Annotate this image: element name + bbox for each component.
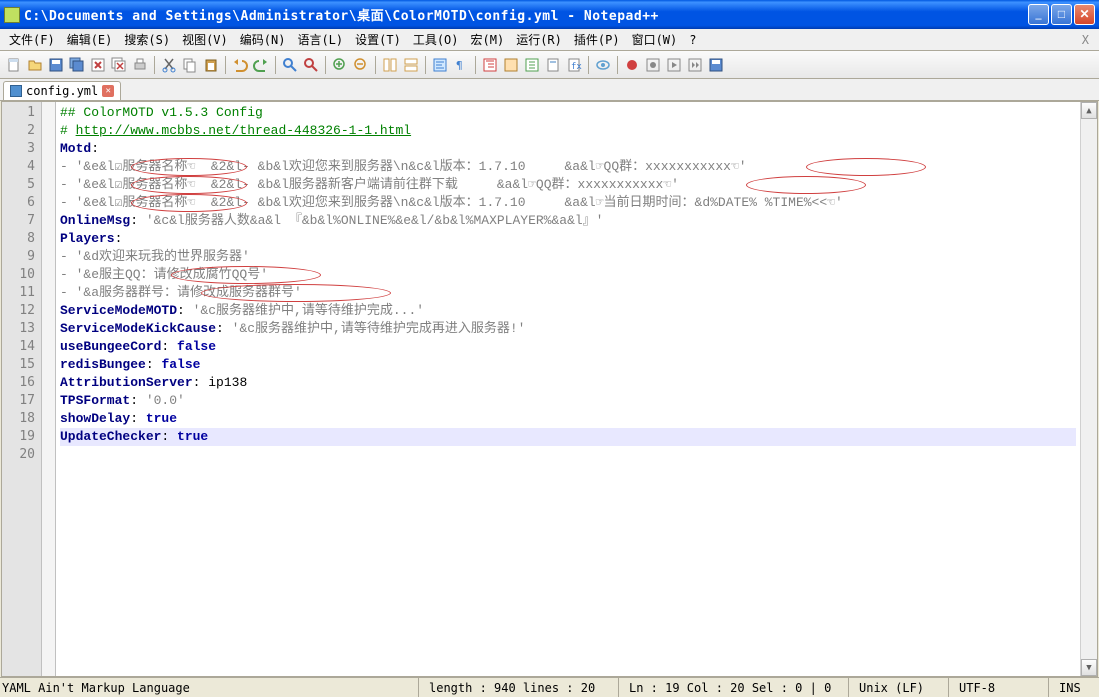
toolbar: ¶ fx — [0, 51, 1099, 79]
monitor-icon[interactable] — [593, 55, 613, 75]
play-icon[interactable] — [664, 55, 684, 75]
indent-guide-icon[interactable] — [480, 55, 500, 75]
sync-v-icon[interactable] — [380, 55, 400, 75]
file-icon — [10, 85, 22, 97]
new-file-icon[interactable] — [4, 55, 24, 75]
save-icon[interactable] — [46, 55, 66, 75]
save-all-icon[interactable] — [67, 55, 87, 75]
minimize-button[interactable]: _ — [1028, 4, 1049, 25]
stop-record-icon[interactable] — [643, 55, 663, 75]
zoom-in-icon[interactable] — [330, 55, 350, 75]
user-lang-icon[interactable] — [501, 55, 521, 75]
copy-icon[interactable] — [180, 55, 200, 75]
play-multi-icon[interactable] — [685, 55, 705, 75]
menu-encoding[interactable]: 编码(N) — [235, 29, 291, 50]
status-length: length : 940 lines : 20 — [419, 678, 619, 697]
func-list-icon[interactable]: fx — [564, 55, 584, 75]
redo-icon[interactable] — [251, 55, 271, 75]
open-file-icon[interactable] — [25, 55, 45, 75]
undo-icon[interactable] — [230, 55, 250, 75]
app-icon — [4, 7, 20, 23]
status-position: Ln : 19 Col : 20 Sel : 0 | 0 — [619, 678, 849, 697]
line-number-gutter: 1234567891011121314151617181920 — [2, 102, 42, 676]
menu-search[interactable]: 搜索(S) — [119, 29, 175, 50]
status-eol: Unix (LF) — [849, 678, 949, 697]
status-language: YAML Ain't Markup Language — [0, 678, 419, 697]
editor-area: 1234567891011121314151617181920 ## Color… — [1, 101, 1098, 677]
zoom-out-icon[interactable] — [351, 55, 371, 75]
status-mode: INS — [1049, 678, 1099, 697]
close-button[interactable]: ✕ — [1074, 4, 1095, 25]
menu-file[interactable]: 文件(F) — [4, 29, 60, 50]
code-area[interactable]: ## ColorMOTD v1.5.3 Config# http://www.m… — [56, 102, 1080, 676]
menu-view[interactable]: 视图(V) — [177, 29, 233, 50]
vertical-scrollbar[interactable]: ▲ ▼ — [1080, 102, 1097, 676]
menu-tools[interactable]: 工具(O) — [408, 29, 464, 50]
print-icon[interactable] — [130, 55, 150, 75]
menu-settings[interactable]: 设置(T) — [350, 29, 406, 50]
status-bar: YAML Ain't Markup Language length : 940 … — [0, 677, 1099, 697]
menu-x-button[interactable]: X — [1076, 33, 1095, 47]
file-tab[interactable]: config.yml ✕ — [3, 81, 121, 100]
menu-window[interactable]: 窗口(W) — [627, 29, 683, 50]
fold-margin — [42, 102, 56, 676]
paste-icon[interactable] — [201, 55, 221, 75]
title-bar: C:\Documents and Settings\Administrator\… — [0, 0, 1099, 29]
svg-text:¶: ¶ — [456, 59, 463, 72]
tab-label: config.yml — [26, 84, 98, 98]
menu-help[interactable]: ? — [684, 31, 701, 49]
menu-plugins[interactable]: 插件(P) — [569, 29, 625, 50]
close-all-icon[interactable] — [109, 55, 129, 75]
replace-icon[interactable] — [301, 55, 321, 75]
close-file-icon[interactable] — [88, 55, 108, 75]
record-icon[interactable] — [622, 55, 642, 75]
sync-h-icon[interactable] — [401, 55, 421, 75]
menu-run[interactable]: 运行(R) — [511, 29, 567, 50]
find-icon[interactable] — [280, 55, 300, 75]
status-encoding: UTF-8 — [949, 678, 1049, 697]
folder-tree-icon[interactable] — [522, 55, 542, 75]
save-macro-icon[interactable] — [706, 55, 726, 75]
menu-language[interactable]: 语言(L) — [292, 29, 348, 50]
scroll-up-icon[interactable]: ▲ — [1081, 102, 1097, 119]
doc-map-icon[interactable] — [543, 55, 563, 75]
scroll-down-icon[interactable]: ▼ — [1081, 659, 1097, 676]
menu-edit[interactable]: 编辑(E) — [62, 29, 118, 50]
tab-bar: config.yml ✕ — [0, 79, 1099, 101]
window-title: C:\Documents and Settings\Administrator\… — [24, 5, 1028, 24]
tab-close-icon[interactable]: ✕ — [102, 85, 114, 97]
menu-macro[interactable]: 宏(M) — [466, 29, 510, 50]
wordwrap-icon[interactable] — [430, 55, 450, 75]
menu-bar: 文件(F) 编辑(E) 搜索(S) 视图(V) 编码(N) 语言(L) 设置(T… — [0, 29, 1099, 51]
cut-icon[interactable] — [159, 55, 179, 75]
allchars-icon[interactable]: ¶ — [451, 55, 471, 75]
maximize-button[interactable]: □ — [1051, 4, 1072, 25]
svg-text:fx: fx — [571, 62, 582, 72]
